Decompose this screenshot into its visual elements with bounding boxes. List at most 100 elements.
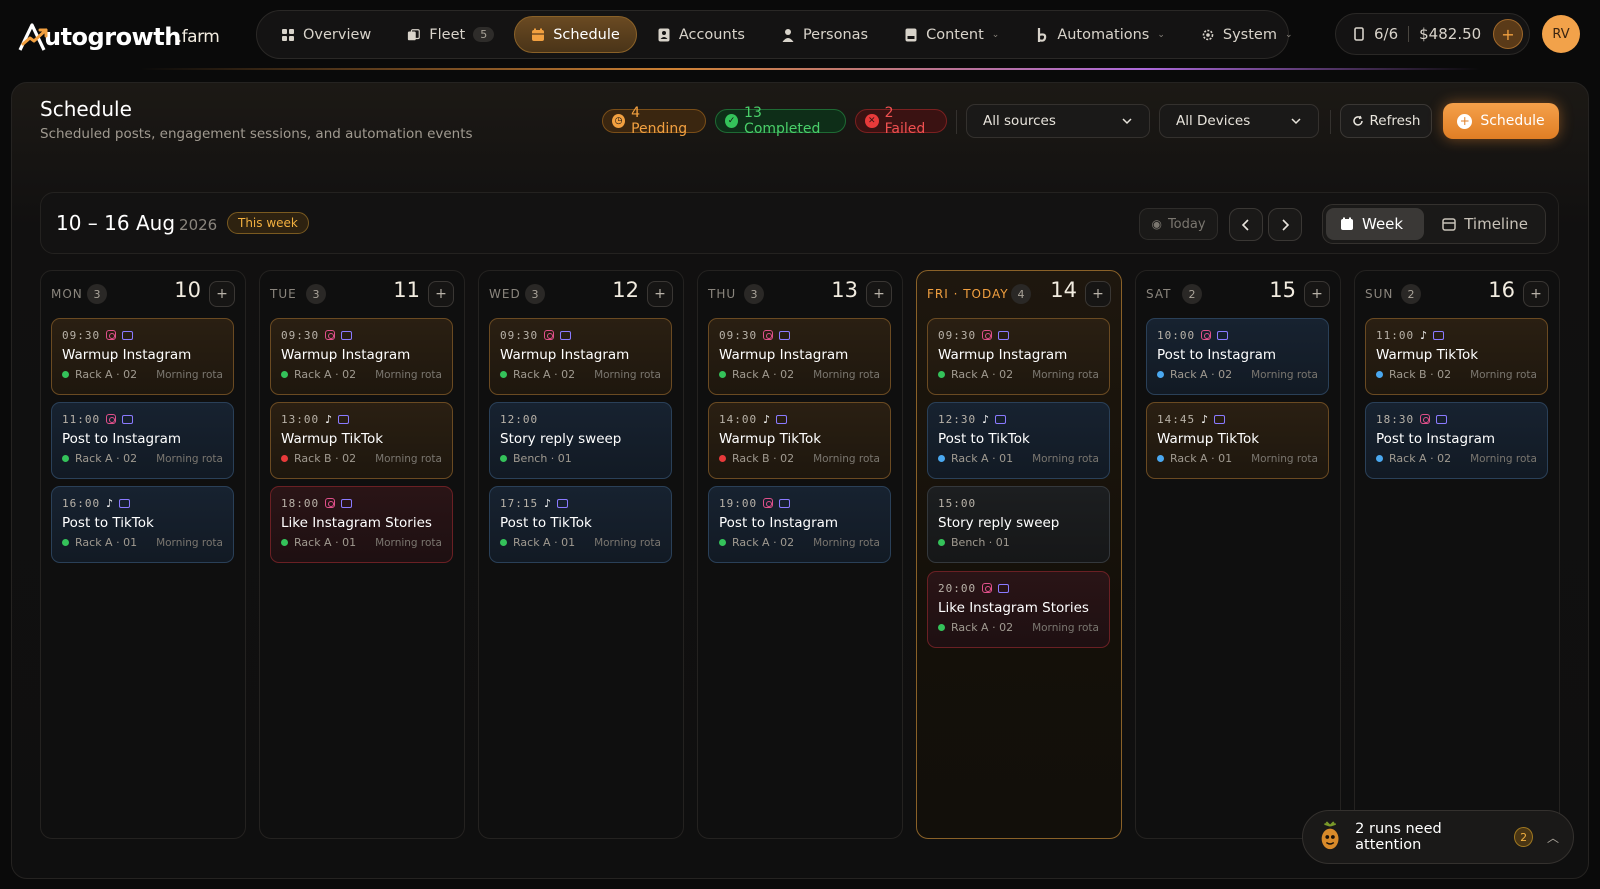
add-event-button[interactable]: + xyxy=(866,281,892,307)
event-card[interactable]: 09:30 Warmup Instagram Rack A · 02 Morni… xyxy=(708,318,891,395)
add-event-button[interactable]: + xyxy=(1304,281,1330,307)
brand-logo[interactable]: utogrowth .farm xyxy=(18,16,220,52)
user-avatar[interactable]: RV xyxy=(1542,15,1580,53)
timeline-view-tab[interactable]: Timeline xyxy=(1428,208,1542,240)
refresh-button[interactable]: Refresh xyxy=(1340,104,1432,138)
event-card[interactable]: 09:30 Warmup Instagram Rack A · 02 Morni… xyxy=(489,318,672,395)
event-device: Bench · 01 xyxy=(513,452,572,465)
event-card[interactable]: 09:30 Warmup Instagram Rack A · 02 Morni… xyxy=(270,318,453,395)
wallet-divider xyxy=(1408,26,1410,42)
wallet-pill[interactable]: 6/6 $482.50 + xyxy=(1335,13,1530,55)
event-card-header: 14:00 ♪ xyxy=(719,412,880,426)
day-name: FRI · TODAY xyxy=(927,287,1009,301)
event-meta: Rack A · 02 Morning rota xyxy=(62,452,223,465)
day-name: SUN xyxy=(1365,287,1394,301)
device-status-dot xyxy=(719,539,726,546)
event-card[interactable]: 16:00 ♪ Post to TikTok Rack A · 01 Mornin… xyxy=(51,486,234,563)
event-card[interactable]: 09:30 Warmup Instagram Rack A · 02 Morni… xyxy=(51,318,234,395)
event-title: Like Instagram Stories xyxy=(938,600,1089,616)
device-status-dot xyxy=(281,371,288,378)
event-title: Post to Instagram xyxy=(1376,431,1496,447)
event-card[interactable]: 10:00 Post to Instagram Rack A · 02 Morn… xyxy=(1146,318,1329,395)
add-event-button[interactable]: + xyxy=(1085,281,1111,307)
device-status-dot xyxy=(500,539,507,546)
attention-toast[interactable]: 2 runs need attention 2 ︿ xyxy=(1302,810,1574,864)
event-meta: Rack A · 01 Morning rota xyxy=(500,536,661,549)
event-card[interactable]: 18:00 Like Instagram Stories Rack A · 01… xyxy=(270,486,453,563)
event-device: Rack B · 02 xyxy=(1389,368,1452,381)
event-time: 09:30 xyxy=(281,328,320,342)
day-event-count: 2 xyxy=(1182,284,1202,304)
nav-accounts[interactable]: Accounts xyxy=(641,16,761,53)
day-header: FRI · TODAY 4 14 + xyxy=(917,271,1121,311)
event-device: Rack A · 02 xyxy=(1389,452,1452,465)
event-meta: Rack A · 02 Morning rota xyxy=(938,368,1099,381)
completed-filter-pill[interactable]: ✓ 13 Completed xyxy=(715,105,846,137)
add-event-button[interactable]: + xyxy=(1523,281,1549,307)
nav-automations[interactable]: Automations ⌄ xyxy=(1019,16,1181,53)
nav-personas[interactable]: Personas xyxy=(765,16,884,53)
event-time: 13:00 xyxy=(281,412,320,426)
add-funds-button[interactable]: + xyxy=(1493,19,1523,49)
event-rota: Morning rota xyxy=(813,536,880,549)
event-card[interactable]: 12:00 Story reply sweep Bench · 01 xyxy=(489,402,672,479)
nav-content[interactable]: Content ⌄ xyxy=(888,16,1015,53)
event-meta: Rack A · 01 Morning rota xyxy=(1157,452,1318,465)
event-title: Warmup TikTok xyxy=(1376,347,1479,363)
event-rota: Morning rota xyxy=(375,536,442,549)
screen-icon xyxy=(557,498,569,508)
brand-tld: .farm xyxy=(176,27,220,47)
event-device: Rack A · 02 xyxy=(1170,368,1233,381)
day-event-count: 3 xyxy=(87,284,107,304)
event-title: Post to TikTok xyxy=(62,515,154,531)
source-select[interactable]: All sources xyxy=(966,104,1150,138)
new-schedule-button[interactable]: + Schedule xyxy=(1443,103,1559,139)
instagram-icon xyxy=(106,330,117,340)
event-card[interactable]: 18:30 Post to Instagram Rack A · 02 Morn… xyxy=(1365,402,1548,479)
add-event-button[interactable]: + xyxy=(647,281,673,307)
nav-overview[interactable]: Overview xyxy=(265,16,387,53)
next-week-button[interactable] xyxy=(1268,208,1302,241)
event-title: Warmup TikTok xyxy=(719,431,822,447)
event-card[interactable]: 20:00 Like Instagram Stories Rack A · 02… xyxy=(927,571,1110,648)
failed-filter-pill[interactable]: ✕ 2 Failed xyxy=(855,105,947,137)
week-view-tab[interactable]: Week xyxy=(1326,208,1425,240)
day-event-count: 3 xyxy=(744,284,764,304)
event-card[interactable]: 12:30 ♪ Post to TikTok Rack A · 01 Mornin… xyxy=(927,402,1110,479)
attention-count: 2 xyxy=(1514,827,1533,847)
event-device: Bench · 01 xyxy=(951,536,1010,549)
event-time: 11:00 xyxy=(62,412,101,426)
screen-icon xyxy=(119,498,131,508)
event-card[interactable]: 19:00 Post to Instagram Rack A · 02 Morn… xyxy=(708,486,891,563)
device-status-dot xyxy=(719,371,726,378)
event-card[interactable]: 09:30 Warmup Instagram Rack A · 02 Morni… xyxy=(927,318,1110,395)
day-name: SAT xyxy=(1146,287,1172,301)
add-event-button[interactable]: + xyxy=(209,281,235,307)
today-button[interactable]: ◉ Today xyxy=(1139,208,1218,240)
event-time: 09:30 xyxy=(938,328,977,342)
event-card[interactable]: 11:00 ♪ Warmup TikTok Rack B · 02 Morning… xyxy=(1365,318,1548,395)
event-card-header: 09:30 xyxy=(500,328,661,342)
nav-schedule[interactable]: Schedule xyxy=(514,16,637,53)
event-title: Post to Instagram xyxy=(719,515,839,531)
event-card[interactable]: 14:45 ♪ Warmup TikTok Rack A · 01 Morning… xyxy=(1146,402,1329,479)
event-device: Rack A · 02 xyxy=(513,368,576,381)
nav-system[interactable]: System ⌄ xyxy=(1185,16,1309,53)
event-title: Warmup Instagram xyxy=(62,347,192,363)
day-event-count: 3 xyxy=(306,284,326,304)
previous-week-button[interactable] xyxy=(1229,208,1263,241)
event-card[interactable]: 17:15 ♪ Post to TikTok Rack A · 01 Mornin… xyxy=(489,486,672,563)
pending-filter-pill[interactable]: ◷ 4 Pending xyxy=(602,105,706,137)
event-card[interactable]: 11:00 Post to Instagram Rack A · 02 Morn… xyxy=(51,402,234,479)
day-event-count: 4 xyxy=(1011,284,1031,304)
event-card[interactable]: 13:00 ♪ Warmup TikTok Rack B · 02 Morning… xyxy=(270,402,453,479)
event-card[interactable]: 15:00 Story reply sweep Bench · 01 xyxy=(927,486,1110,563)
day-column-10: MON 3 10 + 09:30 Warmup Instagram Rack A… xyxy=(40,270,246,839)
nav-fleet[interactable]: Fleet 5 xyxy=(391,16,510,53)
day-column-16: SUN 2 16 + 11:00 ♪ Warmup TikTok Rack B ·… xyxy=(1354,270,1560,839)
instagram-icon xyxy=(763,330,774,340)
event-card[interactable]: 14:00 ♪ Warmup TikTok Rack B · 02 Morning… xyxy=(708,402,891,479)
device-status-dot xyxy=(1376,371,1383,378)
device-select[interactable]: All Devices xyxy=(1159,104,1319,138)
add-event-button[interactable]: + xyxy=(428,281,454,307)
